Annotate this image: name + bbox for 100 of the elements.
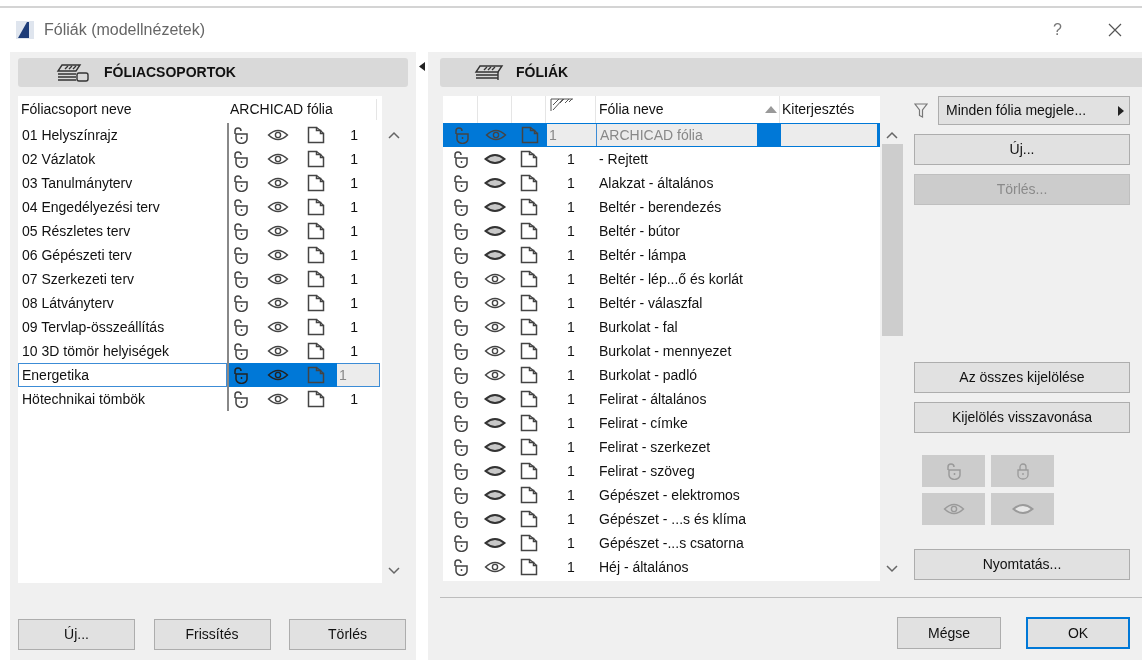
column-header[interactable]: Fólia neve (599, 99, 664, 120)
app-logo-icon (16, 21, 34, 39)
layer-row[interactable]: 1 Héj - általános (443, 555, 880, 579)
layer-row[interactable]: 1 Beltér - lámpa (443, 243, 880, 267)
closed-eye-icon (484, 224, 506, 238)
table-cell-text: 1 (566, 269, 576, 289)
scrollbar-thumb[interactable] (881, 144, 903, 336)
dialog-button[interactable]: Új... (914, 134, 1130, 165)
closed-eye-icon (484, 176, 506, 190)
table-cell-text: 1 (349, 221, 359, 241)
table-cell-text: Gépészet - elektromos (598, 485, 741, 505)
table-cell-text: Beltér - bútor (598, 221, 681, 241)
filter-dropdown[interactable]: Minden fólia megjele... (938, 96, 1130, 125)
scroll-down-icon[interactable] (886, 565, 898, 573)
layer-set-row[interactable]: 01 Helyszínrajz 1 (18, 123, 382, 147)
layer-row[interactable]: 1 Beltér - lép...ő és korlát (443, 267, 880, 291)
scroll-up-icon[interactable] (886, 131, 898, 139)
table-cell-text: 1 (566, 221, 576, 241)
layer-icon (520, 318, 538, 336)
scroll-down-icon[interactable] (387, 567, 400, 575)
layer-row[interactable]: 1 Felirat - szerkezet (443, 435, 880, 459)
panel-title: FÓLIÁK (516, 62, 569, 82)
layer-row[interactable]: 1 Beltér - bútor (443, 219, 880, 243)
dialog-button[interactable]: Törlés (289, 619, 406, 650)
layer-icon (521, 126, 539, 144)
table-cell-text: Gépészet - ...s és klíma (598, 509, 748, 529)
layer-icon (520, 198, 538, 216)
help-button[interactable]: ? (1053, 18, 1062, 42)
table-cell-text: Alakzat - általános (598, 173, 715, 193)
scroll-up-icon[interactable] (387, 131, 400, 139)
dialog-button[interactable]: Mégse (897, 617, 1001, 649)
table-cell: ARCHICAD fólia (597, 124, 757, 146)
layer-set-row[interactable]: 03 Tanulmányterv 1 (18, 171, 382, 195)
table-cell-text: Gépészet -...s csatorna (598, 533, 745, 553)
layer-icon (520, 558, 538, 576)
layer-row[interactable]: 1 Burkolat - mennyezet (443, 339, 880, 363)
open-lock-icon (452, 270, 469, 288)
dialog-button[interactable]: Az összes kijelölése (914, 362, 1130, 393)
closed-eye-icon (484, 248, 506, 262)
table-cell-text: 1 (566, 149, 576, 169)
layer-set-row[interactable]: 04 Engedélyezési terv 1 (18, 195, 382, 219)
collapse-arrow-icon[interactable] (419, 62, 425, 71)
table-cell-text: 1 (566, 317, 576, 337)
table-cell-text: Felirat - szerkezet (598, 437, 712, 457)
layer-row[interactable]: 1 Burkolat - fal (443, 315, 880, 339)
layer-set-row[interactable]: 09 Tervlap-összeállítás 1 (18, 315, 382, 339)
layer-row[interactable]: 1 Gépészet - elektromos (443, 483, 880, 507)
column-header[interactable]: Kiterjesztés (782, 99, 855, 120)
layer-set-row[interactable]: 02 Vázlatok 1 (18, 147, 382, 171)
layer-row[interactable]: 1 Beltér - berendezés (443, 195, 880, 219)
closed-eye-icon (484, 152, 506, 166)
dialog-button[interactable]: Új... (18, 619, 135, 650)
filter-icon[interactable] (914, 102, 928, 119)
layer-set-row[interactable]: Hötechnikai tömbök 1 (18, 387, 382, 411)
dialog-button[interactable]: OK (1026, 617, 1130, 649)
close-icon[interactable] (1108, 23, 1122, 37)
layer-row[interactable]: 1 Burkolat - padló (443, 363, 880, 387)
layer-icon (307, 174, 325, 192)
closed-eye-icon (484, 416, 506, 430)
layer-row[interactable]: 1 - Rejtett (443, 147, 880, 171)
layer-icon (307, 270, 325, 288)
table-cell: Energetika (18, 363, 227, 387)
layer-row[interactable]: 1 Felirat - címke (443, 411, 880, 435)
eye-icon (484, 560, 506, 574)
open-lock-icon (233, 150, 249, 168)
table-cell-text: 1 (566, 293, 576, 313)
closed-eye-icon (484, 512, 506, 526)
hide-button[interactable] (991, 493, 1054, 525)
table-cell-text: 1 (349, 149, 359, 169)
hatch-pattern-icon[interactable] (550, 98, 574, 112)
layer-row[interactable]: 1 Gépészet -...s csatorna (443, 531, 880, 555)
layer-icon (520, 414, 538, 432)
open-lock-icon (452, 366, 469, 384)
dialog-button[interactable]: Kijelölés visszavonása (914, 402, 1130, 433)
layer-set-row[interactable]: 07 Szerkezeti terv 1 (18, 267, 382, 291)
layer-set-row[interactable]: 05 Részletes terv 1 (18, 219, 382, 243)
column-header[interactable]: Fóliacsoport neve (18, 99, 227, 120)
table-cell-text: 07 Szerkezeti terv (21, 269, 136, 289)
layer-set-row[interactable]: Energetika 1 (18, 363, 382, 387)
open-lock-icon (452, 174, 469, 192)
layer-row[interactable]: 1 Alakzat - általános (443, 171, 880, 195)
sort-arrow-icon[interactable] (765, 106, 777, 113)
dialog-button[interactable]: Frissítés (153, 619, 271, 650)
layer-row[interactable]: 1 Beltér - válaszfal (443, 291, 880, 315)
layer-set-row[interactable]: 08 Látványterv 1 (18, 291, 382, 315)
layer-row[interactable]: 1 Felirat - szöveg (443, 459, 880, 483)
column-header[interactable]: ARCHICAD fólia (227, 99, 377, 120)
print-button[interactable]: Nyomtatás... (914, 549, 1130, 580)
table-cell-text: 1 (566, 365, 576, 385)
layer-set-row[interactable]: 06 Gépészeti terv 1 (18, 243, 382, 267)
layer-row[interactable]: 1 Gépészet - ...s és klíma (443, 507, 880, 531)
open-lock-icon (233, 174, 249, 192)
eye-icon (267, 248, 289, 262)
open-lock-icon (453, 126, 470, 144)
table-cell-text: 1 (349, 293, 359, 313)
table-cell-text: Felirat - szöveg (598, 461, 696, 481)
open-lock-icon (452, 438, 469, 456)
open-lock-icon (452, 414, 469, 432)
layer-row[interactable]: 1 Felirat - általános (443, 387, 880, 411)
eye-icon (267, 272, 289, 286)
